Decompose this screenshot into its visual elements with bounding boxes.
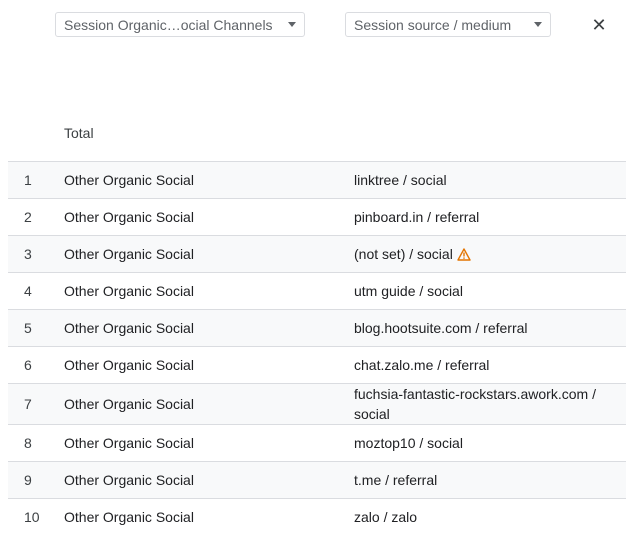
source-medium-cell: chat.zalo.me / referral bbox=[354, 355, 616, 375]
source-medium-text: fuchsia-fantastic-rockstars.awork.com / … bbox=[354, 386, 596, 422]
total-row-label: Total bbox=[64, 125, 94, 141]
source-medium-text: (not set) / social bbox=[354, 246, 453, 262]
table-row[interactable]: 4 Other Organic Social utm guide / social bbox=[8, 272, 626, 309]
row-index: 6 bbox=[24, 357, 32, 373]
source-medium-cell: pinboard.in / referral bbox=[354, 207, 616, 227]
chevron-down-icon bbox=[534, 22, 542, 27]
source-medium-cell: blog.hootsuite.com / referral bbox=[354, 318, 616, 338]
channel-cell: Other Organic Social bbox=[64, 396, 194, 412]
row-index: 5 bbox=[24, 320, 32, 336]
row-index: 1 bbox=[24, 172, 32, 188]
source-medium-cell: t.me / referral bbox=[354, 470, 616, 490]
channel-cell: Other Organic Social bbox=[64, 283, 194, 299]
channel-cell: Other Organic Social bbox=[64, 209, 194, 225]
table-row[interactable]: 10 Other Organic Social zalo / zalo bbox=[8, 498, 626, 535]
channel-cell: Other Organic Social bbox=[64, 172, 194, 188]
table-row[interactable]: 5 Other Organic Social blog.hootsuite.com … bbox=[8, 309, 626, 346]
table-row[interactable]: 3 Other Organic Social (not set) / social bbox=[8, 235, 626, 272]
primary-dimension-dropdown[interactable]: Session Organic…ocial Channels bbox=[55, 12, 305, 37]
table-row[interactable]: 9 Other Organic Social t.me / referral bbox=[8, 461, 626, 498]
data-table: 1 Other Organic Social linktree / social 2 O… bbox=[8, 161, 626, 535]
source-medium-text: zalo / zalo bbox=[354, 509, 418, 525]
table-row[interactable]: 6 Other Organic Social chat.zalo.me / refe… bbox=[8, 346, 626, 383]
channel-cell: Other Organic Social bbox=[64, 320, 194, 336]
row-index: 7 bbox=[24, 396, 32, 412]
secondary-dimension-label: Session source / medium bbox=[354, 16, 512, 33]
source-medium-cell: fuchsia-fantastic-rockstars.awork.com / … bbox=[354, 384, 616, 424]
report-table-panel: Session Organic…ocial Channels Session s… bbox=[0, 0, 626, 542]
source-medium-text: blog.hootsuite.com / referral bbox=[354, 320, 528, 336]
channel-cell: Other Organic Social bbox=[64, 435, 194, 451]
source-medium-text: pinboard.in / referral bbox=[354, 209, 480, 225]
channel-cell: Other Organic Social bbox=[64, 246, 194, 262]
table-row[interactable]: 1 Other Organic Social linktree / social bbox=[8, 161, 626, 198]
row-index: 2 bbox=[24, 209, 32, 225]
source-medium-cell: linktree / social bbox=[354, 170, 616, 190]
table-row[interactable]: 2 Other Organic Social pinboard.in / refer… bbox=[8, 198, 626, 235]
source-medium-cell: zalo / zalo bbox=[354, 507, 616, 527]
warning-triangle-icon[interactable] bbox=[457, 247, 471, 261]
source-medium-text: chat.zalo.me / referral bbox=[354, 357, 490, 373]
row-index: 3 bbox=[24, 246, 32, 262]
row-index: 8 bbox=[24, 435, 32, 451]
source-medium-cell: utm guide / social bbox=[354, 281, 616, 301]
source-medium-text: moztop10 / social bbox=[354, 435, 463, 451]
source-medium-text: linktree / social bbox=[354, 172, 447, 188]
secondary-dimension-dropdown[interactable]: Session source / medium bbox=[345, 12, 551, 37]
row-index: 9 bbox=[24, 472, 32, 488]
source-medium-cell: (not set) / social bbox=[354, 244, 616, 264]
close-icon[interactable]: ✕ bbox=[588, 14, 610, 36]
primary-dimension-label: Session Organic…ocial Channels bbox=[64, 16, 273, 33]
chevron-down-icon bbox=[288, 22, 296, 27]
channel-cell: Other Organic Social bbox=[64, 509, 194, 525]
table-row[interactable]: 8 Other Organic Social moztop10 / social bbox=[8, 424, 626, 461]
table-row[interactable]: 7 Other Organic Social fuchsia-fantastic-r… bbox=[8, 383, 626, 424]
source-medium-cell: moztop10 / social bbox=[354, 433, 616, 453]
source-medium-text: utm guide / social bbox=[354, 283, 463, 299]
channel-cell: Other Organic Social bbox=[64, 472, 194, 488]
row-index: 10 bbox=[24, 509, 40, 525]
source-medium-text: t.me / referral bbox=[354, 472, 438, 488]
channel-cell: Other Organic Social bbox=[64, 357, 194, 373]
row-index: 4 bbox=[24, 283, 32, 299]
